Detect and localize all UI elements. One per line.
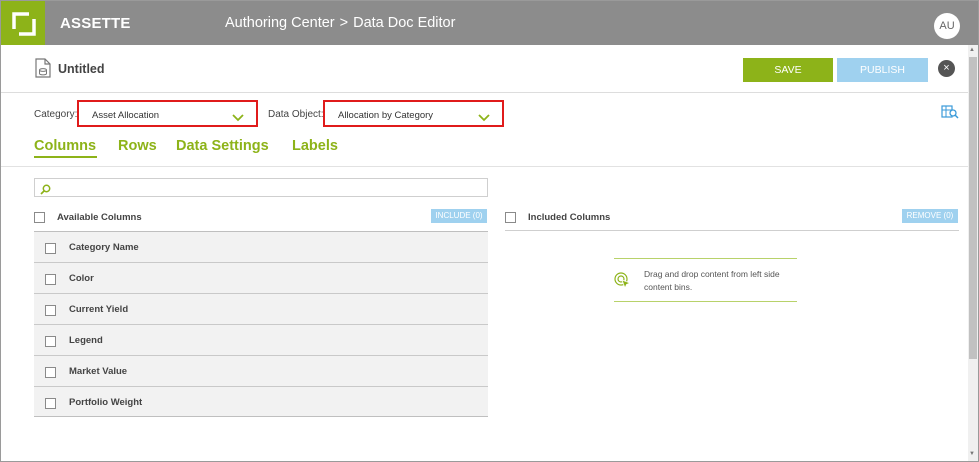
search-icon xyxy=(40,182,51,200)
row-checkbox[interactable] xyxy=(45,336,56,347)
include-button[interactable]: INCLUDE (0) xyxy=(431,209,487,223)
breadcrumb-separator: > xyxy=(339,15,349,31)
select-all-available-checkbox[interactable] xyxy=(34,212,45,223)
app-window: ASSETTE Authoring Center > Data Doc Editor… xyxy=(0,0,979,462)
bracket-logo-icon[interactable] xyxy=(1,1,45,45)
document-icon xyxy=(35,58,51,83)
category-select-value: Asset Allocation xyxy=(92,110,160,121)
document-title[interactable]: Untitled xyxy=(58,62,105,76)
data-object-select[interactable]: Allocation by Category xyxy=(323,100,504,127)
list-item-label: Legend xyxy=(69,335,103,346)
category-label: Category: xyxy=(34,109,78,120)
chevron-down-icon xyxy=(232,109,244,127)
list-item-label: Current Yield xyxy=(69,304,129,315)
list-item[interactable]: Current Yield xyxy=(34,294,488,325)
close-icon[interactable]: × xyxy=(938,60,955,77)
row-checkbox[interactable] xyxy=(45,274,56,285)
publish-button[interactable]: PUBLISH xyxy=(837,58,928,82)
scroll-up-arrow-icon[interactable]: ▲ xyxy=(969,47,975,53)
available-columns-title: Available Columns xyxy=(57,212,142,223)
tab-columns[interactable]: Columns xyxy=(34,138,96,154)
drag-pointer-icon xyxy=(614,272,632,295)
list-item[interactable]: Portfolio Weight xyxy=(34,387,488,418)
row-checkbox[interactable] xyxy=(45,243,56,254)
brand-name: ASSETTE xyxy=(60,15,131,32)
list-item-label: Portfolio Weight xyxy=(69,397,143,408)
drop-zone[interactable]: Drag and drop content from left side con… xyxy=(614,258,797,302)
tab-rows[interactable]: Rows xyxy=(118,138,157,154)
search-input[interactable] xyxy=(55,180,475,195)
tab-data-settings[interactable]: Data Settings xyxy=(176,138,269,154)
data-object-label: Data Object: xyxy=(268,109,324,120)
breadcrumb-data-doc-editor: Data Doc Editor xyxy=(353,15,456,31)
included-columns-title: Included Columns xyxy=(528,212,611,223)
list-item[interactable]: Legend xyxy=(34,325,488,356)
active-tab-indicator xyxy=(34,156,97,158)
breadcrumb-authoring-center[interactable]: Authoring Center xyxy=(225,15,335,31)
search-box[interactable] xyxy=(34,178,488,197)
list-item[interactable]: Category Name xyxy=(34,232,488,263)
save-button[interactable]: SAVE xyxy=(743,58,833,82)
tab-labels[interactable]: Labels xyxy=(292,138,338,154)
list-item[interactable]: Color xyxy=(34,263,488,294)
list-item-label: Color xyxy=(69,273,94,284)
breadcrumb: Authoring Center > Data Doc Editor xyxy=(225,15,455,31)
list-item-label: Market Value xyxy=(69,366,128,377)
scrollbar-thumb[interactable] xyxy=(969,57,977,359)
divider xyxy=(1,92,968,93)
data-preview-search-icon[interactable] xyxy=(941,105,959,124)
chevron-down-icon xyxy=(478,109,490,127)
available-columns-list: Category Name Color Current Yield Legend… xyxy=(34,231,488,417)
divider xyxy=(1,166,968,167)
row-checkbox[interactable] xyxy=(45,398,56,409)
select-all-included-checkbox[interactable] xyxy=(505,212,516,223)
list-item-label: Category Name xyxy=(69,242,139,253)
remove-button[interactable]: REMOVE (0) xyxy=(902,209,958,223)
top-bar: ASSETTE Authoring Center > Data Doc Editor… xyxy=(1,1,978,45)
drop-zone-message: Drag and drop content from left side con… xyxy=(644,269,780,292)
divider xyxy=(505,230,959,231)
scroll-down-arrow-icon[interactable]: ▼ xyxy=(969,451,975,457)
row-checkbox[interactable] xyxy=(45,367,56,378)
data-object-select-value: Allocation by Category xyxy=(338,110,434,121)
category-select[interactable]: Asset Allocation xyxy=(77,100,258,127)
list-item[interactable]: Market Value xyxy=(34,356,488,387)
row-checkbox[interactable] xyxy=(45,305,56,316)
avatar[interactable]: AU xyxy=(934,13,960,39)
